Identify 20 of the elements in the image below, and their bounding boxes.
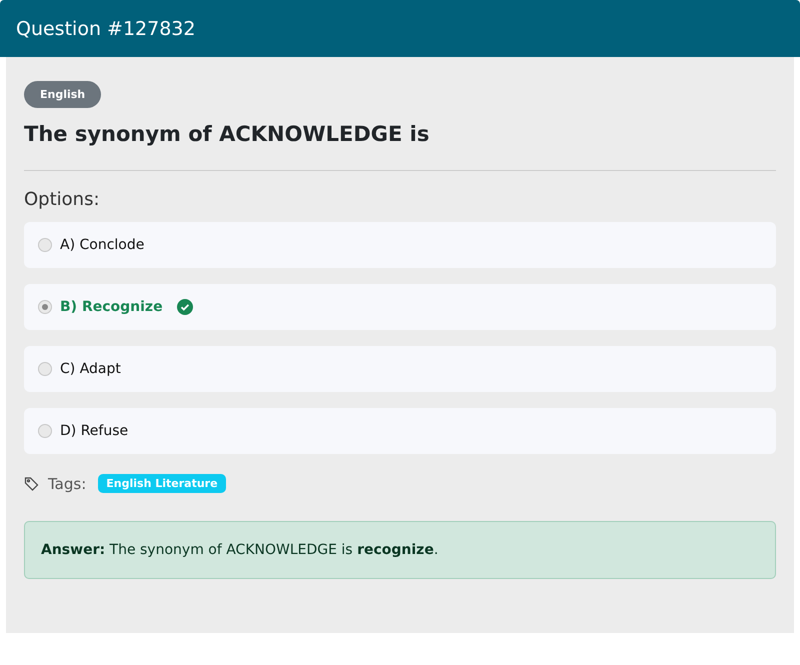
option-item[interactable]: D) Refuse (24, 408, 776, 454)
option-item[interactable]: C) Adapt (24, 346, 776, 392)
check-icon (176, 299, 193, 315)
option-item[interactable]: A) Conclode (24, 222, 776, 268)
question-title: Question #127832 (16, 18, 196, 40)
question-text: The synonym of ACKNOWLEDGE is (24, 122, 430, 146)
tags-label: Tags: (48, 474, 86, 492)
radio-button[interactable] (38, 424, 52, 438)
radio-button[interactable] (38, 300, 52, 314)
radio-button[interactable] (38, 362, 52, 376)
option-label: C) Adapt (60, 361, 121, 377)
radio-button[interactable] (38, 238, 52, 252)
option-item[interactable]: B) Recognize (24, 284, 776, 330)
option-label: B) Recognize (60, 299, 163, 315)
option-label: D) Refuse (60, 423, 128, 439)
option-label: A) Conclode (60, 237, 144, 253)
tag-icon (24, 476, 40, 492)
answer-text: Answer: The synonym of ACKNOWLEDGE is recognize. (41, 542, 438, 558)
category-badge: English (24, 81, 102, 108)
options-label: Options: (24, 189, 101, 210)
